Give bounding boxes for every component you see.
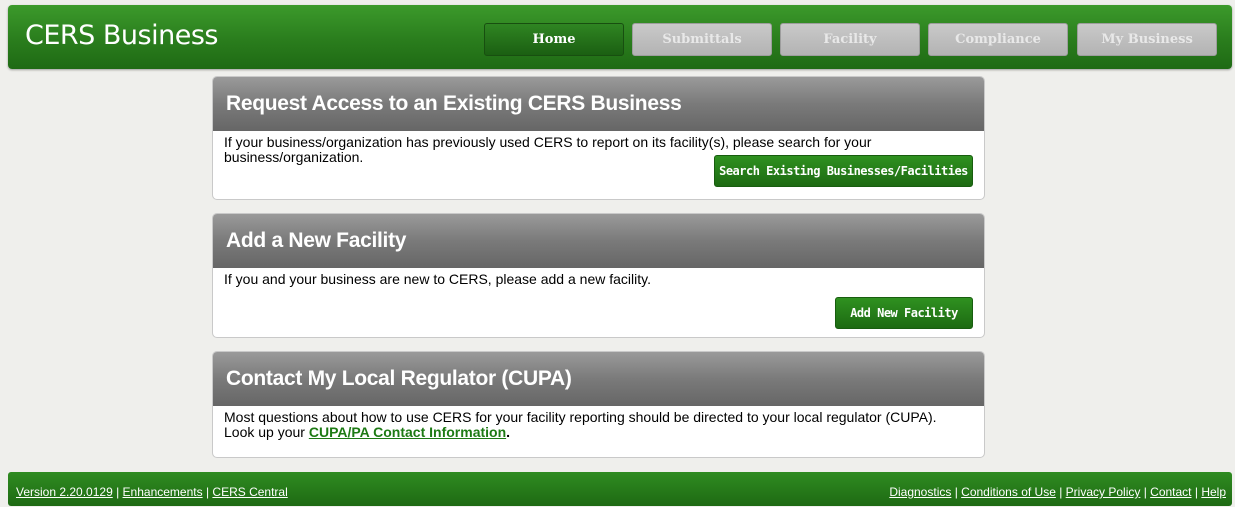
add-new-facility-button[interactable]: Add New Facility <box>835 297 973 329</box>
footer-separator: | <box>1191 485 1202 499</box>
nav-facility-button[interactable]: Facility <box>780 23 920 56</box>
privacy-link[interactable]: Privacy Policy <box>1066 485 1141 499</box>
footer-left-links: Version 2.20.0129 | Enhancements | CERS … <box>16 483 288 501</box>
app-footer: Version 2.20.0129 | Enhancements | CERS … <box>8 472 1232 506</box>
contact-text-after: . <box>506 424 511 440</box>
contact-regulator-body: Most questions about how to use CERS for… <box>213 406 984 440</box>
footer-separator: | <box>1140 485 1151 499</box>
request-access-body: If your business/organization has previo… <box>213 131 984 199</box>
nav-compliance-button[interactable]: Compliance <box>928 23 1068 56</box>
diagnostics-link[interactable]: Diagnostics <box>889 485 951 499</box>
nav-submittals-button[interactable]: Submittals <box>632 23 772 56</box>
contact-regulator-title: Contact My Local Regulator (CUPA) <box>213 352 984 406</box>
request-access-title: Request Access to an Existing CERS Busin… <box>213 77 984 131</box>
cers-central-link[interactable]: CERS Central <box>212 485 287 499</box>
version-link[interactable]: Version 2.20.0129 <box>16 485 113 499</box>
contact-link[interactable]: Contact <box>1150 485 1191 499</box>
add-facility-title: Add a New Facility <box>213 214 984 268</box>
footer-separator: | <box>951 485 962 499</box>
add-facility-text: If you and your business are new to CERS… <box>224 271 651 287</box>
request-access-panel: Request Access to an Existing CERS Busin… <box>212 76 985 200</box>
conditions-link[interactable]: Conditions of Use <box>961 485 1056 499</box>
enhancements-link[interactable]: Enhancements <box>123 485 203 499</box>
footer-right-links: Diagnostics | Conditions of Use | Privac… <box>889 483 1226 501</box>
contact-regulator-text: Most questions about how to use CERS for… <box>224 410 944 440</box>
footer-separator: | <box>112 485 123 499</box>
footer-separator: | <box>202 485 213 499</box>
app-header: CERS Business Home Submittals Facility C… <box>8 5 1232 69</box>
search-existing-button[interactable]: Search Existing Businesses/Facilities <box>714 155 973 187</box>
nav-home-button[interactable]: Home <box>484 23 624 56</box>
add-facility-panel: Add a New Facility If you and your busin… <box>212 213 985 338</box>
brand-title: CERS Business <box>25 20 218 51</box>
add-facility-body: If you and your business are new to CERS… <box>213 268 984 337</box>
contact-regulator-panel: Contact My Local Regulator (CUPA) Most q… <box>212 351 985 458</box>
cupa-contact-link[interactable]: CUPA/PA Contact Information <box>309 424 506 440</box>
footer-separator: | <box>1055 485 1066 499</box>
help-link[interactable]: Help <box>1201 485 1226 499</box>
nav-my-business-button[interactable]: My Business <box>1077 23 1217 56</box>
